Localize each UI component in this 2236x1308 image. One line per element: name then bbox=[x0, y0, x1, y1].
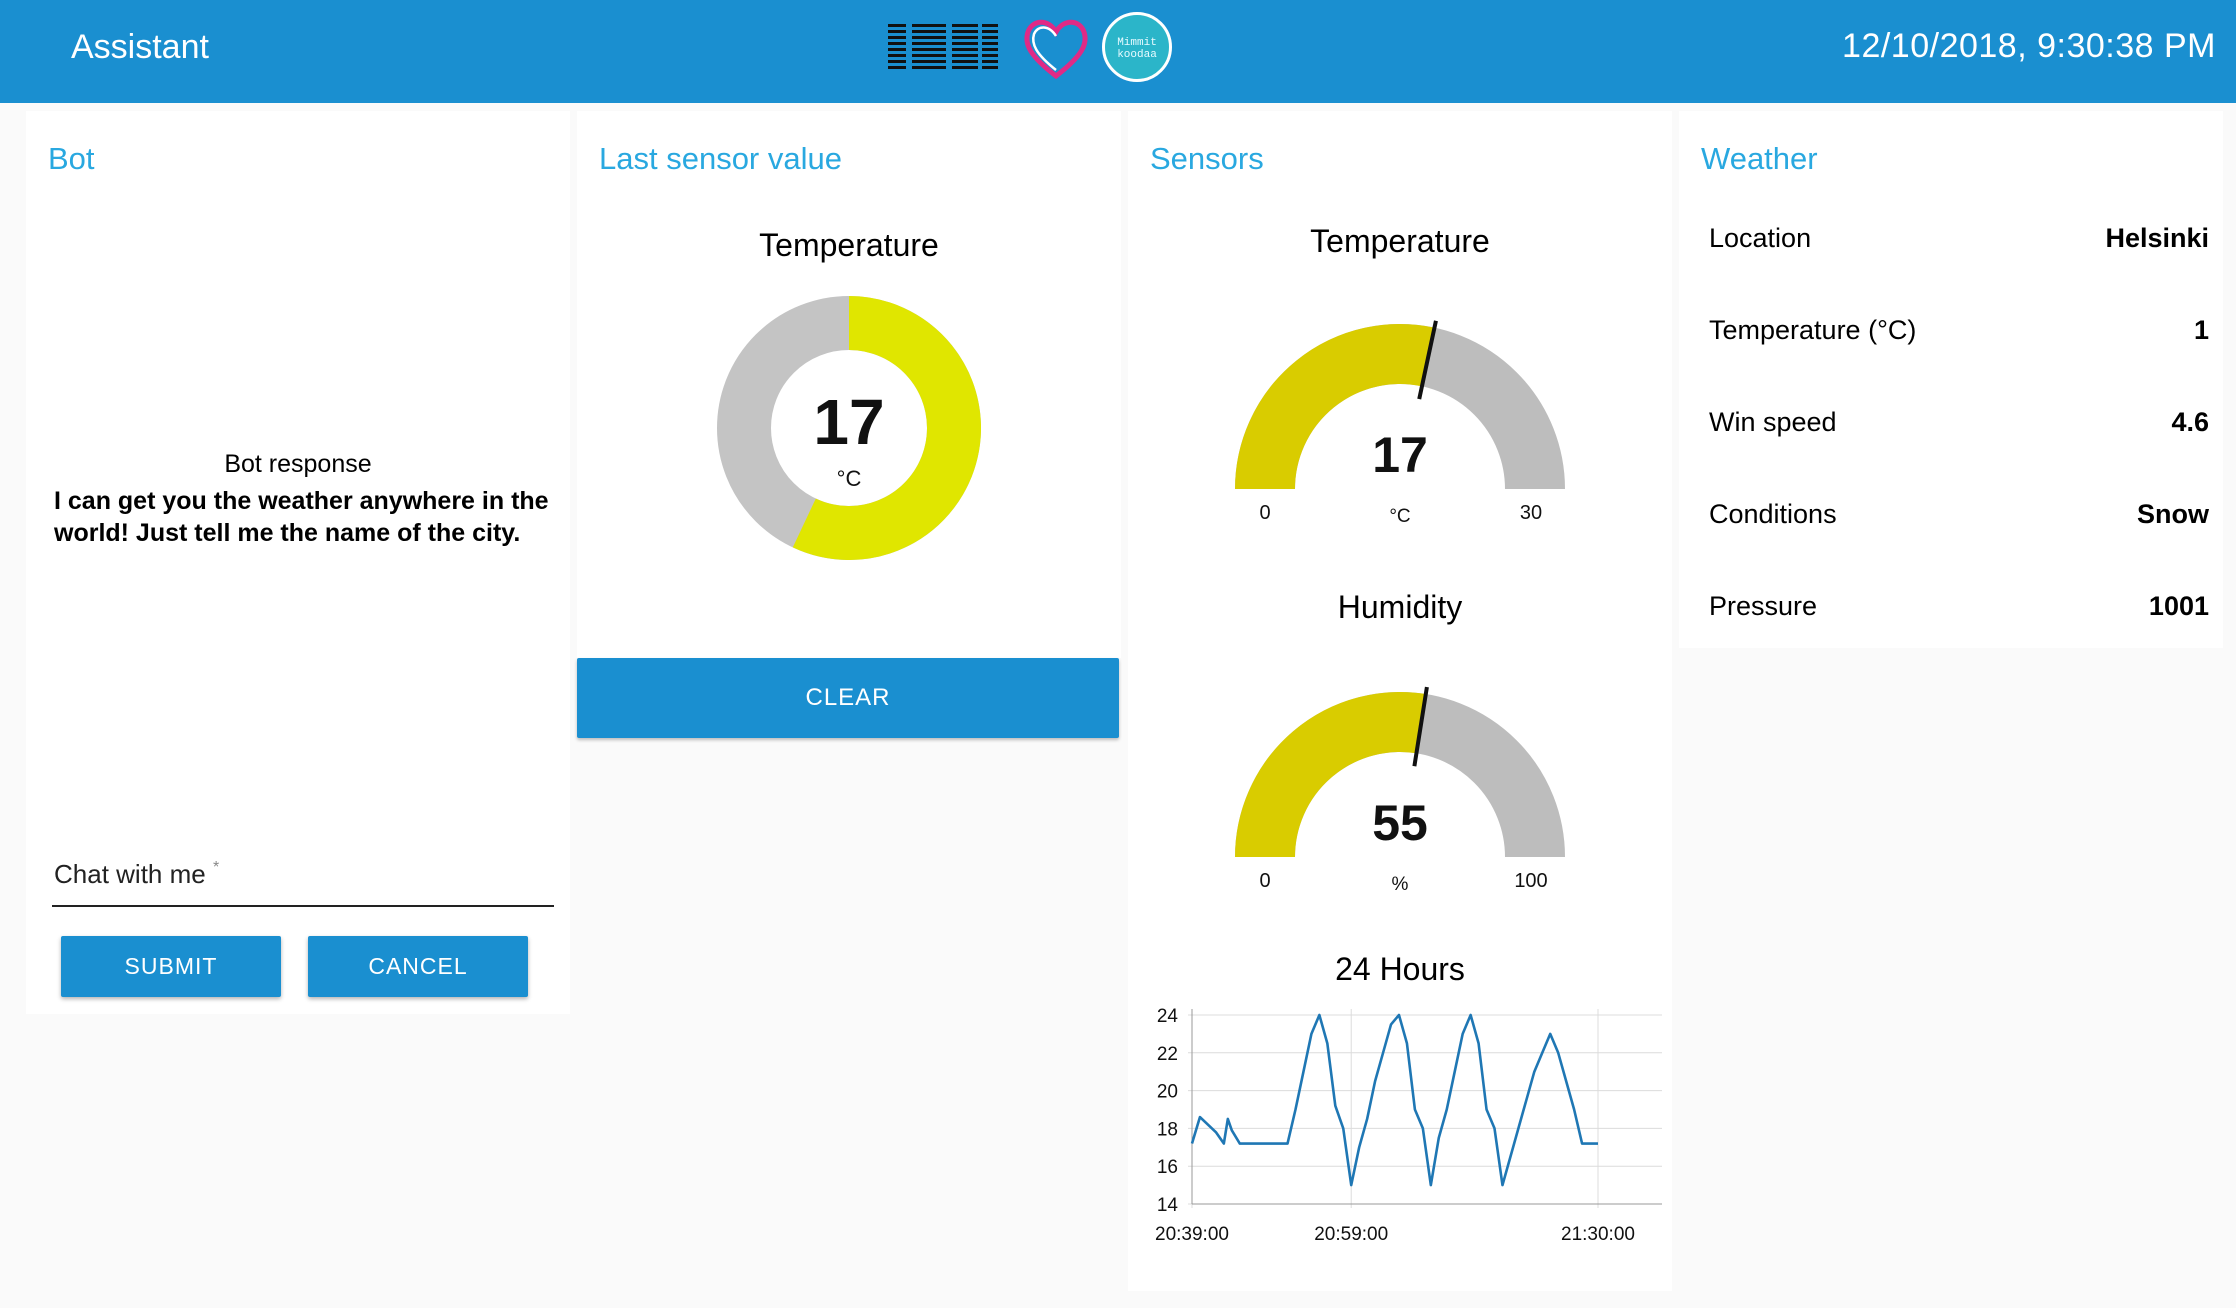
sensors-card: Sensors Temperature 17 °C 0 30 Humidity … bbox=[1128, 111, 1672, 1291]
weather-row-label: Temperature (°C) bbox=[1709, 315, 1917, 345]
chart-series-line bbox=[1190, 1013, 1598, 1187]
humidity-gauge-max: 100 bbox=[1514, 870, 1547, 892]
weather-row-value: Snow bbox=[2137, 499, 2209, 529]
24-hours-line-chart: 24 22 20 18 16 14 20:39:00 20:59:00 21:30:00 bbox=[1155, 1006, 1662, 1245]
chart-x-tick-label: 20:59:00 bbox=[1314, 1224, 1388, 1245]
bot-response-label: Bot response bbox=[224, 450, 372, 478]
top-bar: Assistant Mimmit koodaa 12/10/2018, 9:30… bbox=[0, 0, 2236, 103]
bot-response-text: I can get you the weather anywhere in th… bbox=[54, 487, 549, 547]
app-title: Assistant bbox=[71, 28, 209, 66]
temperature-donut-gauge: 17 °C bbox=[717, 296, 981, 560]
donut-value: 17 bbox=[813, 386, 884, 458]
temperature-gauge-value: 17 bbox=[1372, 427, 1428, 483]
donut-unit: °C bbox=[837, 466, 862, 491]
chart-y-tick-label: 18 bbox=[1157, 1119, 1178, 1140]
humidity-gauge-value: 55 bbox=[1372, 795, 1428, 851]
chart-y-tick-label: 14 bbox=[1157, 1195, 1179, 1216]
humidity-gauge-unit: % bbox=[1392, 874, 1409, 895]
sensors-card-title: Sensors bbox=[1150, 141, 1264, 176]
weather-row-label: Conditions bbox=[1709, 499, 1837, 529]
weather-row-value: 1 bbox=[2193, 315, 2209, 345]
temperature-gauge: 17 °C 0 30 bbox=[1235, 320, 1565, 527]
weather-row-value: 1001 bbox=[2148, 591, 2209, 621]
humidity-gauge-title: Humidity bbox=[1337, 589, 1463, 625]
chart-y-tick-label: 20 bbox=[1157, 1082, 1178, 1103]
temperature-gauge-max: 30 bbox=[1520, 502, 1542, 524]
donut-gauge-title: Temperature bbox=[759, 227, 939, 263]
temperature-gauge-min: 0 bbox=[1259, 502, 1270, 524]
temperature-gauge-title: Temperature bbox=[1310, 223, 1490, 259]
heart-icon bbox=[1024, 19, 1088, 80]
mimmit-koodaa-logo: Mimmit koodaa bbox=[1102, 12, 1172, 82]
chart-y-tick-label: 22 bbox=[1157, 1044, 1178, 1065]
chart-x-tick-label: 21:30:00 bbox=[1561, 1224, 1635, 1245]
required-marker: * bbox=[212, 859, 220, 876]
bot-card-title: Bot bbox=[48, 141, 95, 176]
humidity-gauge: 55 % 0 100 bbox=[1235, 686, 1565, 895]
last-sensor-card-title: Last sensor value bbox=[599, 141, 842, 176]
chart-y-tick-label: 16 bbox=[1157, 1157, 1178, 1178]
ibm-logo-icon bbox=[888, 22, 998, 72]
chat-input-label: Chat with me * bbox=[54, 859, 220, 889]
submit-button[interactable]: SUBMIT bbox=[61, 936, 281, 997]
humidity-gauge-min: 0 bbox=[1259, 870, 1270, 892]
chart-x-tick-label: 20:39:00 bbox=[1155, 1224, 1229, 1245]
temperature-gauge-unit: °C bbox=[1389, 506, 1410, 527]
weather-card: Weather Location Helsinki Temperature (°… bbox=[1679, 111, 2223, 648]
weather-row-label: Win speed bbox=[1709, 407, 1837, 437]
weather-card-title: Weather bbox=[1701, 141, 1818, 176]
weather-row-value: 4.6 bbox=[2171, 407, 2209, 437]
clear-button[interactable]: CLEAR bbox=[577, 658, 1119, 738]
chart-y-tick-label: 24 bbox=[1157, 1006, 1179, 1027]
bot-card: Bot Bot response I can get you the weath… bbox=[26, 111, 570, 1014]
chart-title: 24 Hours bbox=[1335, 951, 1465, 987]
weather-row-label: Location bbox=[1709, 223, 1812, 253]
chat-input[interactable]: Chat with me * bbox=[52, 851, 554, 907]
weather-row-label: Pressure bbox=[1709, 591, 1818, 621]
datetime: 12/10/2018, 9:30:38 PM bbox=[1842, 27, 2216, 65]
cancel-button[interactable]: CANCEL bbox=[308, 936, 528, 997]
last-sensor-card: Last sensor value Temperature 17 °C bbox=[577, 111, 1121, 658]
weather-row-value: Helsinki bbox=[2105, 223, 2209, 253]
logo-group: Mimmit koodaa bbox=[888, 10, 1178, 90]
